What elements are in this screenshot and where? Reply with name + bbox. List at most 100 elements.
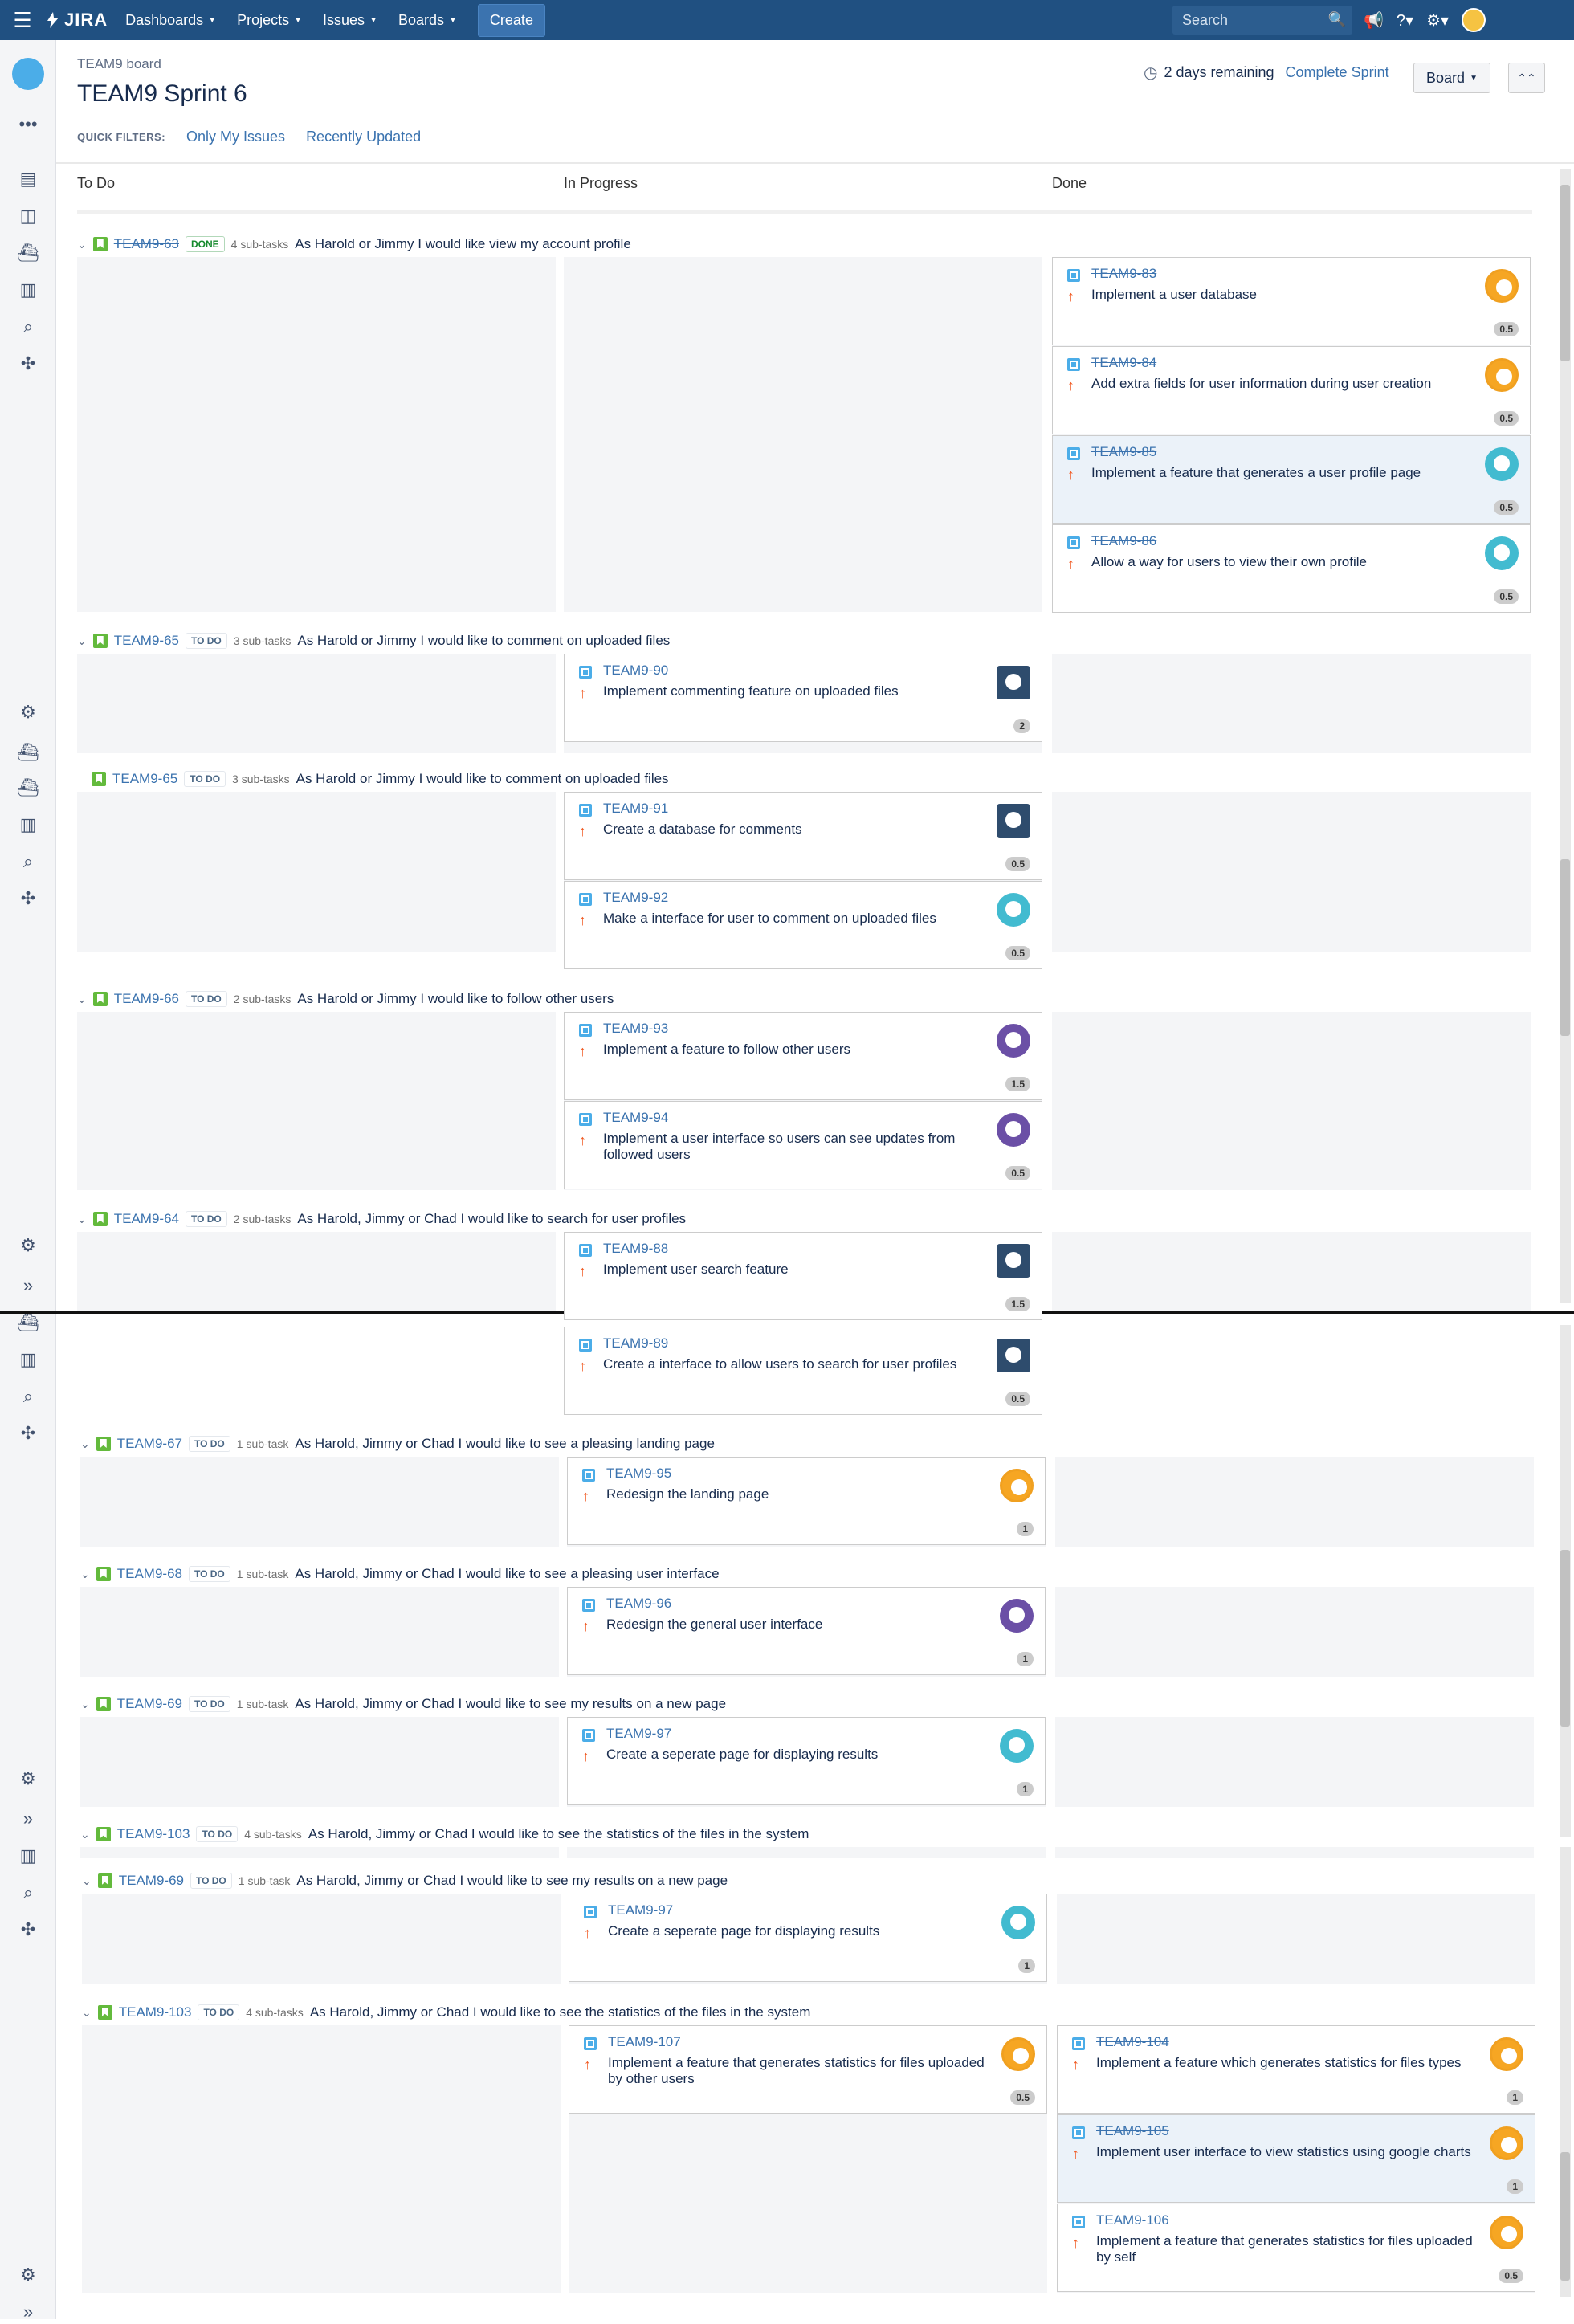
issue-key[interactable]: TEAM9-106 <box>1096 2212 1169 2228</box>
issue-key[interactable]: TEAM9-94 <box>603 1110 668 1126</box>
story-key[interactable]: TEAM9-65 <box>114 633 179 649</box>
issue-key[interactable]: TEAM9-104 <box>1096 2034 1169 2050</box>
assignee-avatar[interactable] <box>997 804 1030 838</box>
issue-key[interactable]: TEAM9-93 <box>603 1021 668 1037</box>
assignee-avatar[interactable] <box>997 893 1030 927</box>
issue-card[interactable]: TEAM9-85 ↑ Implement a feature that genera… <box>1052 435 1531 524</box>
chevron-down-icon[interactable]: ⌄ <box>77 238 87 251</box>
nav-boards[interactable]: Boards ▼ <box>398 12 457 29</box>
settings-icon[interactable]: ⚙ <box>16 700 40 724</box>
chevron-down-icon[interactable]: ⌄ <box>80 1568 90 1581</box>
issue-card[interactable]: TEAM9-91 ↑ Create a database for comments 0… <box>564 792 1042 880</box>
jira-logo[interactable]: JIRA <box>45 10 108 31</box>
story-key[interactable]: TEAM9-65 <box>112 771 177 787</box>
swimlane-header[interactable]: ⌄ TEAM9-68 TO DO 1 sub-task As Harold, Jimmy… <box>80 1566 720 1582</box>
issues-icon[interactable]: ⌕ <box>16 1881 40 1905</box>
swimlane-header[interactable]: TEAM9-65 TO DO 3 sub-tasks As Harold or Jim… <box>77 771 669 787</box>
nav-issues[interactable]: Issues ▼ <box>323 12 377 29</box>
assignee-avatar[interactable] <box>1490 2216 1523 2249</box>
assignee-avatar[interactable] <box>997 1339 1030 1372</box>
issue-card[interactable]: TEAM9-106 ↑ Implement a feature that gener… <box>1057 2204 1535 2292</box>
assignee-avatar[interactable] <box>1000 1729 1034 1763</box>
board-dropdown-button[interactable]: Board ▼ <box>1413 63 1490 93</box>
assignee-avatar[interactable] <box>997 1113 1030 1147</box>
issue-key[interactable]: TEAM9-85 <box>1091 444 1156 460</box>
story-key[interactable]: TEAM9-103 <box>119 2004 192 2020</box>
menu-icon[interactable]: ☰ <box>0 0 45 40</box>
assignee-avatar[interactable] <box>1485 536 1519 570</box>
assignee-avatar[interactable] <box>1001 2037 1035 2071</box>
issue-key[interactable]: TEAM9-105 <box>1096 2123 1169 2139</box>
backlog-icon[interactable]: ⛴ <box>16 740 40 764</box>
issue-card[interactable]: TEAM9-95 ↑ Redesign the landing page 1 <box>567 1457 1046 1545</box>
issue-card[interactable]: TEAM9-83 ↑ Implement a user database 0.5 <box>1052 257 1531 345</box>
assignee-avatar[interactable] <box>1490 2037 1523 2071</box>
story-key[interactable]: TEAM9-64 <box>114 1211 179 1227</box>
issue-card[interactable]: TEAM9-97 ↑ Create a seperate page for disp… <box>567 1717 1046 1805</box>
filter-only-my-issues[interactable]: Only My Issues <box>186 128 285 145</box>
chevron-down-icon[interactable]: ⌄ <box>80 1828 90 1841</box>
nav-projects[interactable]: Projects ▼ <box>237 12 302 29</box>
issue-card[interactable]: TEAM9-94 ↑ Implement a user interface so u… <box>564 1101 1042 1189</box>
issue-card[interactable]: TEAM9-96 ↑ Redesign the general user inter… <box>567 1587 1046 1675</box>
issue-key[interactable]: TEAM9-95 <box>606 1466 671 1482</box>
issue-card[interactable]: TEAM9-89 ↑ Create a interface to allow use… <box>564 1327 1042 1415</box>
settings-icon[interactable]: ⚙ <box>16 1767 40 1791</box>
reports-icon[interactable]: ▥ <box>16 1844 40 1868</box>
chevron-down-icon[interactable]: ⌄ <box>80 1698 90 1711</box>
releases-icon[interactable]: ⛴ <box>16 776 40 800</box>
swimlane-header[interactable]: ⌄ TEAM9-67 TO DO 1 sub-task As Harold, Jimmy… <box>80 1436 715 1452</box>
board-icon[interactable]: ◫ <box>16 204 40 228</box>
issue-key[interactable]: TEAM9-90 <box>603 663 668 679</box>
chevron-down-icon[interactable]: ⌄ <box>82 1874 92 1888</box>
story-key[interactable]: TEAM9-67 <box>117 1436 182 1452</box>
chevron-down-icon[interactable]: ⌄ <box>77 1213 87 1226</box>
chevron-down-icon[interactable]: ⌄ <box>80 1437 90 1451</box>
issue-key[interactable]: TEAM9-91 <box>603 801 668 817</box>
issue-card[interactable]: TEAM9-90 ↑ Implement commenting feature on… <box>564 654 1042 742</box>
assignee-avatar[interactable] <box>1485 358 1519 392</box>
swimlane-header[interactable]: ⌄ TEAM9-64 TO DO 2 sub-tasks As Harold, Jimm… <box>77 1211 686 1227</box>
issue-key[interactable]: TEAM9-83 <box>1091 266 1156 282</box>
swimlane-header[interactable]: ⌄ TEAM9-69 TO DO 1 sub-task As Harold, Jimmy… <box>82 1873 728 1889</box>
more-icon[interactable]: ••• <box>16 112 40 137</box>
swimlane-header[interactable]: ⌄ TEAM9-63 DONE 4 sub-tasks As Harold or Jim… <box>77 236 631 252</box>
assignee-avatar[interactable] <box>997 1244 1030 1278</box>
issue-card[interactable]: TEAM9-104 ↑ Implement a feature which gene… <box>1057 2025 1535 2114</box>
issues-icon[interactable]: ⌕ <box>16 1384 40 1409</box>
reports-icon[interactable]: ▥ <box>16 278 40 302</box>
user-avatar[interactable] <box>1462 8 1486 32</box>
project-avatar[interactable] <box>12 58 44 90</box>
releases-icon[interactable]: ⛴ <box>16 241 40 265</box>
issue-key[interactable]: TEAM9-84 <box>1091 355 1156 371</box>
scrollbar-thumb[interactable] <box>1560 185 1570 361</box>
filter-recently-updated[interactable]: Recently Updated <box>306 128 421 145</box>
issue-card[interactable]: TEAM9-92 ↑ Make a interface for user to co… <box>564 881 1042 969</box>
assignee-avatar[interactable] <box>1485 269 1519 303</box>
swimlane-header[interactable]: ⌄ TEAM9-65 TO DO 3 sub-tasks As Harold or Ji… <box>77 633 670 649</box>
assignee-avatar[interactable] <box>1001 1906 1035 1939</box>
collapse-header-button[interactable]: ⌃⌃ <box>1508 63 1545 93</box>
assignee-avatar[interactable] <box>1000 1469 1034 1502</box>
issue-key[interactable]: TEAM9-97 <box>608 1902 673 1918</box>
addons-icon[interactable]: ✣ <box>16 887 40 911</box>
story-key[interactable]: TEAM9-66 <box>114 991 179 1007</box>
issue-key[interactable]: TEAM9-86 <box>1091 533 1156 549</box>
releases-icon[interactable]: ⛴ <box>16 1311 40 1335</box>
assignee-avatar[interactable] <box>1485 447 1519 481</box>
assignee-avatar[interactable] <box>1000 1599 1034 1633</box>
issue-key[interactable]: TEAM9-92 <box>603 890 668 906</box>
issue-card[interactable]: TEAM9-105 ↑ Implement user interface to vi… <box>1057 2114 1535 2203</box>
reports-icon[interactable]: ▥ <box>16 1348 40 1372</box>
issue-key[interactable]: TEAM9-89 <box>603 1335 668 1352</box>
scrollbar-thumb[interactable] <box>1560 2152 1570 2281</box>
expand-sidebar-icon[interactable]: » <box>16 1274 40 1298</box>
assignee-avatar[interactable] <box>997 666 1030 699</box>
reports-icon[interactable]: ▥ <box>16 813 40 837</box>
issue-card[interactable]: TEAM9-88 ↑ Implement user search feature 1.… <box>564 1232 1042 1320</box>
swimlane-header[interactable]: ⌄ TEAM9-66 TO DO 2 sub-tasks As Harold or Ji… <box>77 991 614 1007</box>
issue-key[interactable]: TEAM9-97 <box>606 1726 671 1742</box>
issue-card[interactable]: TEAM9-97 ↑ Create a seperate page for disp… <box>569 1894 1047 1982</box>
swimlane-header[interactable]: ⌄ TEAM9-103 TO DO 4 sub-tasks As Harold, Jim… <box>80 1826 809 1842</box>
create-button[interactable]: Create <box>477 3 545 37</box>
